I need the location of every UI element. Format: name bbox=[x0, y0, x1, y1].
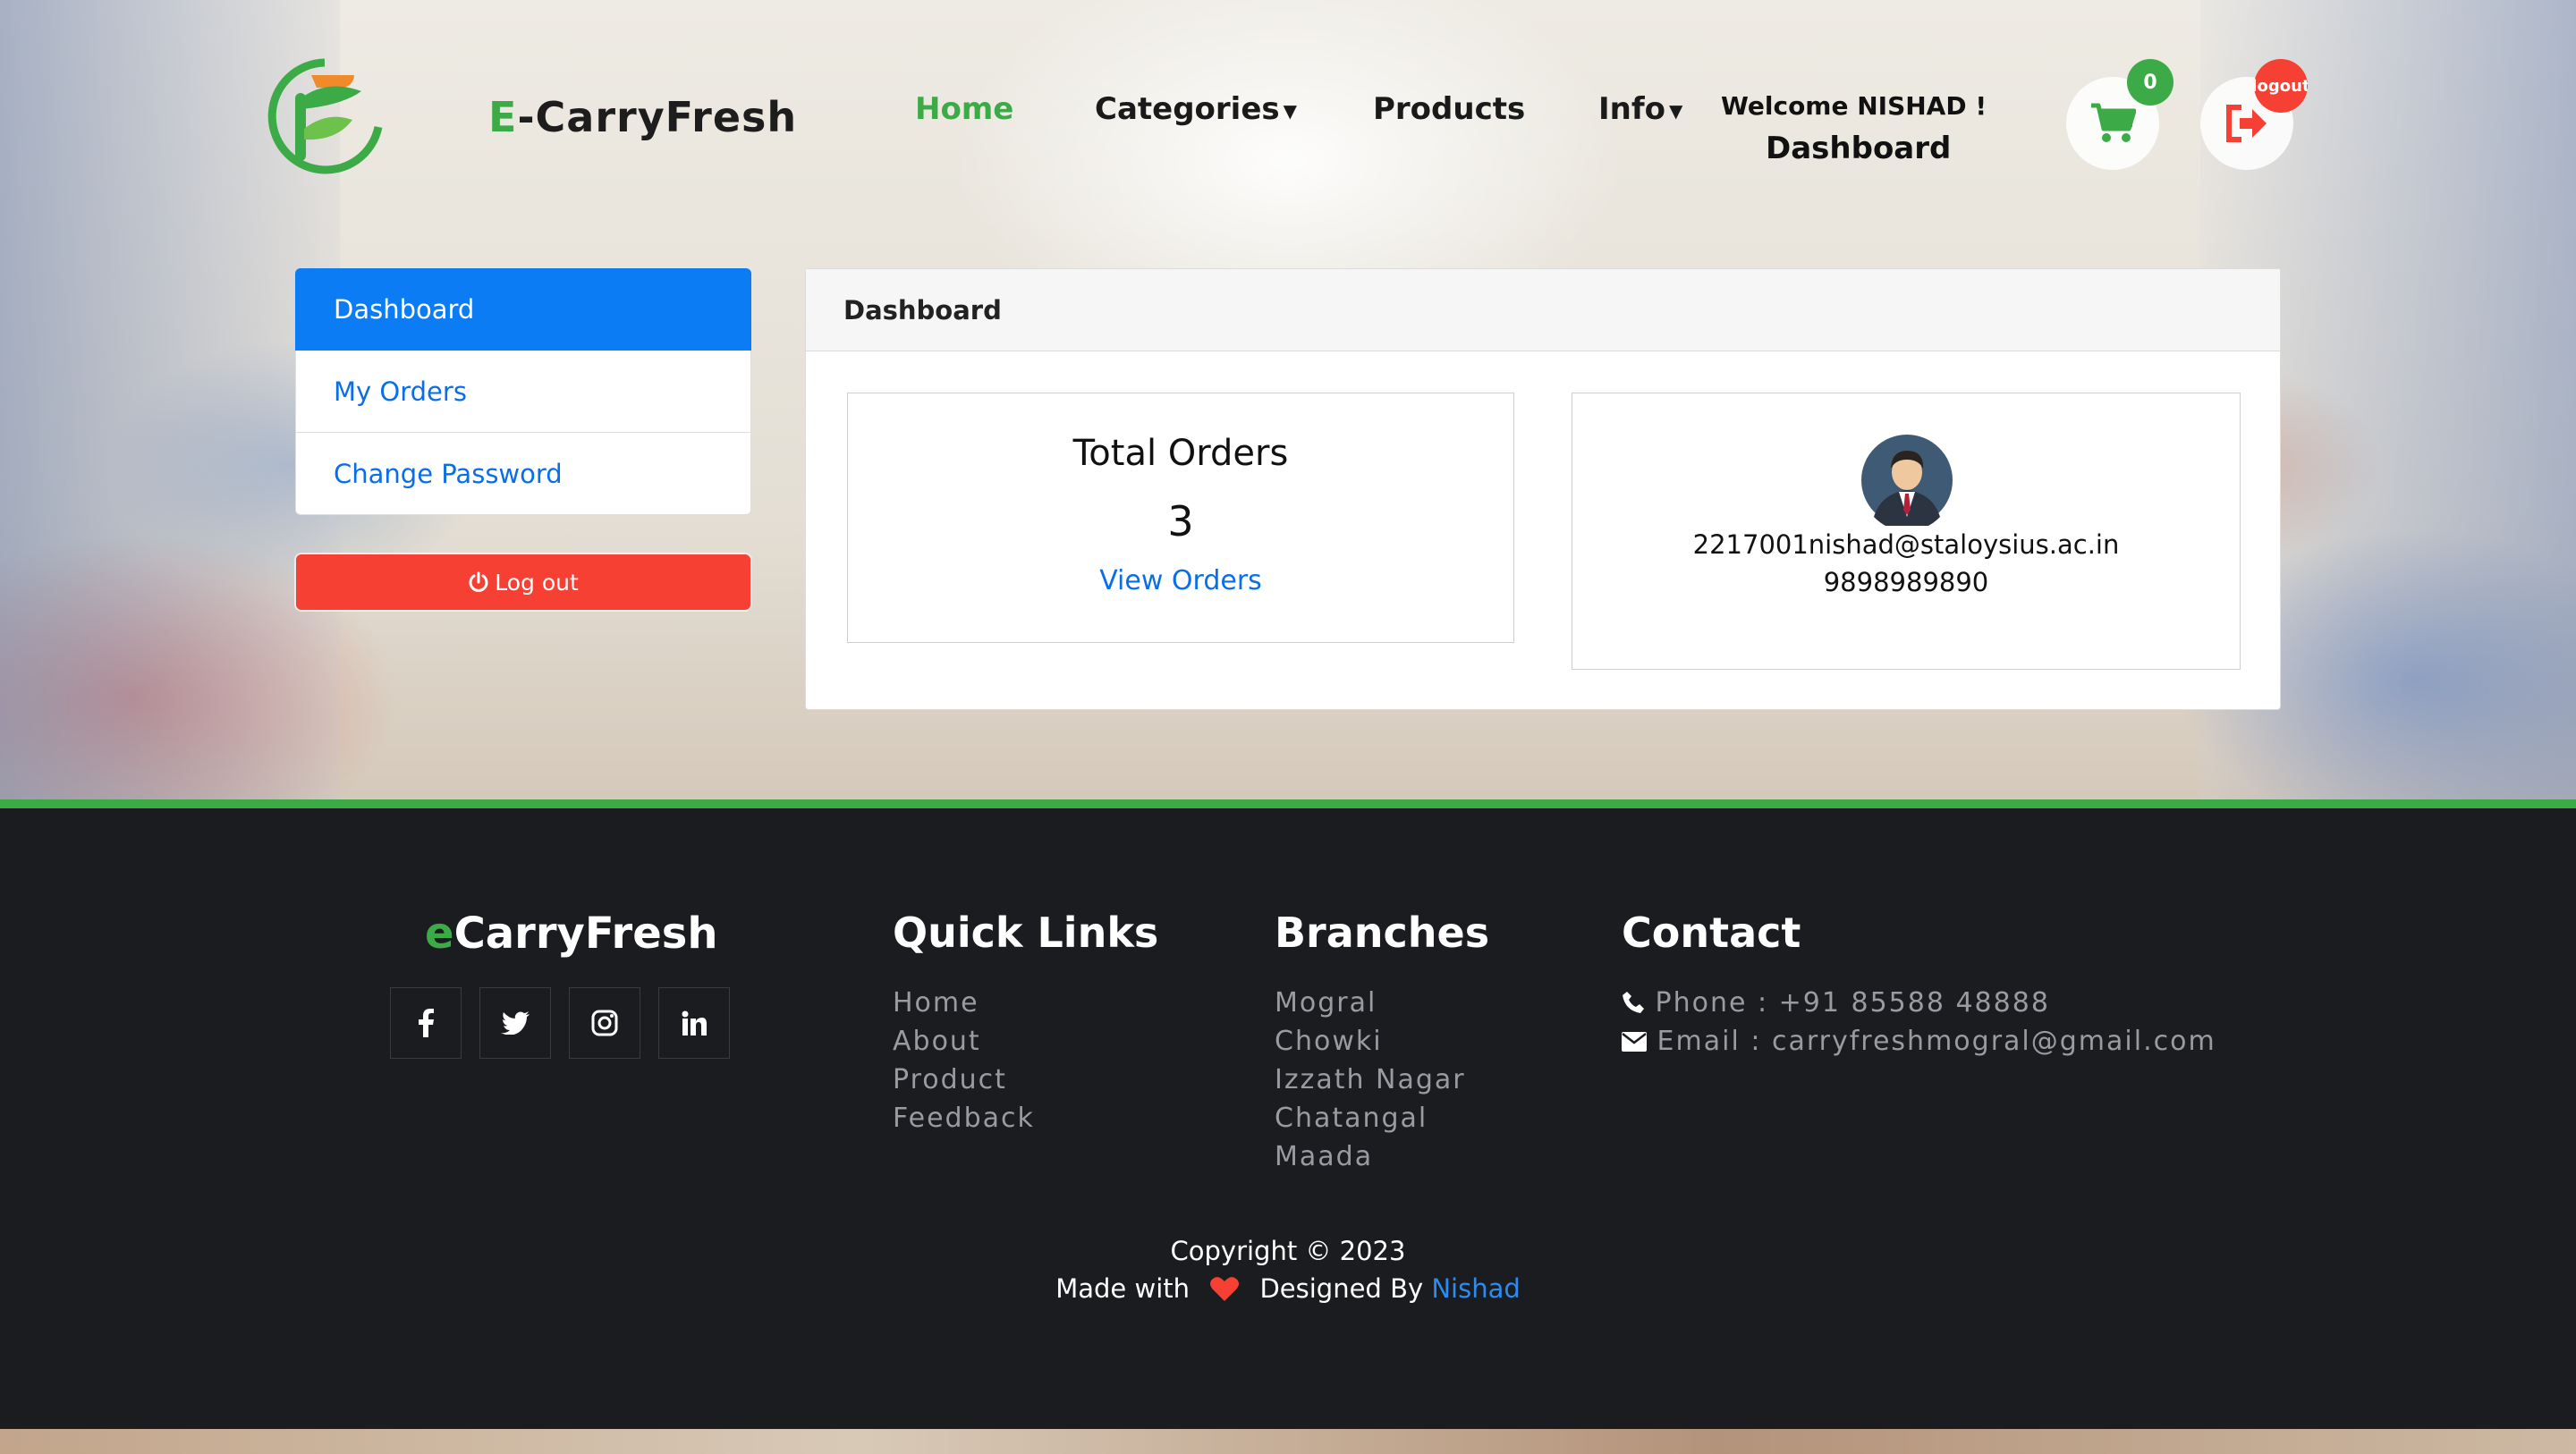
background-strip bbox=[0, 1429, 2576, 1454]
credits-line: Made with Designed By Nishad bbox=[0, 1273, 2576, 1304]
account-sidebar: Dashboard My Orders Change Password bbox=[295, 268, 751, 515]
designed-by-text: Designed By bbox=[1259, 1273, 1424, 1304]
brand-prefix: E bbox=[488, 93, 518, 141]
power-icon bbox=[469, 571, 488, 592]
header-dashboard-link[interactable]: Dashboard bbox=[1766, 131, 1951, 166]
nav-info-label: Info bbox=[1598, 91, 1666, 127]
twitter-button[interactable] bbox=[479, 987, 551, 1059]
facebook-icon bbox=[419, 1009, 434, 1037]
nav-categories-label: Categories bbox=[1095, 91, 1280, 127]
twitter-icon bbox=[501, 1011, 530, 1035]
made-with-text: Made with bbox=[1055, 1273, 1191, 1304]
facebook-button[interactable] bbox=[390, 987, 462, 1059]
copyright-text: Copyright © 2023 bbox=[1170, 1236, 1406, 1266]
quick-links-list: Home About Product Feedback bbox=[893, 984, 1035, 1137]
footer-brand: eCarryFresh bbox=[425, 909, 718, 959]
profile-card: 2217001nishad@staloysius.ac.in 989898989… bbox=[1572, 393, 2241, 670]
quick-link-feedback[interactable]: Feedback bbox=[893, 1099, 1035, 1137]
footer-brand-prefix: e bbox=[425, 909, 454, 959]
contact-phone: Phone : +91 85588 48888 bbox=[1655, 987, 2050, 1019]
view-orders-link[interactable]: View Orders bbox=[848, 565, 1513, 596]
panel-title: Dashboard bbox=[806, 269, 2280, 351]
instagram-button[interactable] bbox=[569, 987, 640, 1059]
quick-link-product[interactable]: Product bbox=[893, 1061, 1035, 1099]
branch-item: Chatangal bbox=[1275, 1103, 1428, 1134]
nav-categories[interactable]: Categories ▼ bbox=[1095, 91, 1297, 127]
sign-out-icon bbox=[2226, 105, 2267, 142]
quick-links-heading: Quick Links bbox=[893, 909, 1159, 957]
site-header: E-CarryFresh Home Categories ▼ Products I… bbox=[0, 0, 2576, 232]
profile-phone: 9898989890 bbox=[1823, 567, 1989, 597]
branch-item: Maada bbox=[1275, 1141, 1374, 1172]
caret-down-icon: ▼ bbox=[1283, 99, 1298, 122]
total-orders-count: 3 bbox=[1167, 497, 1194, 545]
linkedin-icon bbox=[682, 1010, 707, 1036]
logout-button[interactable]: Log out bbox=[296, 554, 750, 610]
branches-list: Mogral Chowki Izzath Nagar Chatangal Maa… bbox=[1275, 984, 1466, 1176]
cart-count-badge: 0 bbox=[2127, 59, 2174, 106]
instagram-icon bbox=[591, 1010, 618, 1036]
logout-badge: logout bbox=[2254, 59, 2308, 113]
branch-item: Mogral bbox=[1275, 987, 1377, 1019]
dashboard-panel: Dashboard Total Orders 3 View Orders 221… bbox=[805, 268, 2281, 710]
logout-label: Log out bbox=[495, 569, 579, 596]
site-footer: eCarryFresh Quick Links Home About Produ… bbox=[0, 799, 2576, 1429]
sidebar-item-dashboard[interactable]: Dashboard bbox=[295, 268, 751, 351]
heart-icon bbox=[1210, 1277, 1240, 1301]
welcome-text: Welcome NISHAD ! bbox=[1721, 91, 1987, 121]
nav-info[interactable]: Info ▼ bbox=[1598, 91, 1682, 127]
logo-icon[interactable] bbox=[265, 55, 385, 181]
phone-icon bbox=[1623, 992, 1644, 1013]
envelope-icon bbox=[1622, 1032, 1647, 1052]
brand-rest: -CarryFresh bbox=[517, 93, 798, 141]
branch-item: Chowki bbox=[1275, 1026, 1383, 1057]
contact-heading: Contact bbox=[1622, 909, 1801, 957]
sidebar-item-my-orders[interactable]: My Orders bbox=[295, 351, 751, 433]
cart-icon bbox=[2091, 103, 2136, 142]
nav-products[interactable]: Products bbox=[1373, 91, 1525, 127]
branch-item: Izzath Nagar bbox=[1275, 1064, 1466, 1095]
caret-down-icon: ▼ bbox=[1669, 99, 1683, 122]
footer-brand-rest: CarryFresh bbox=[453, 909, 718, 959]
profile-email: 2217001nishad@staloysius.ac.in bbox=[1692, 529, 2120, 560]
sidebar-item-change-password[interactable]: Change Password bbox=[295, 433, 751, 515]
contact-email: Email : carryfreshmogral@gmail.com bbox=[1657, 1026, 2216, 1057]
designer-link[interactable]: Nishad bbox=[1431, 1273, 1520, 1304]
brand-name[interactable]: E-CarryFresh bbox=[488, 93, 797, 141]
quick-link-about[interactable]: About bbox=[893, 1022, 1035, 1061]
branches-heading: Branches bbox=[1275, 909, 1490, 957]
contact-email-line: Email : carryfreshmogral@gmail.com bbox=[1622, 1022, 2216, 1061]
nav-home[interactable]: Home bbox=[915, 91, 1013, 127]
contact-phone-line: Phone : +91 85588 48888 bbox=[1622, 984, 2216, 1022]
linkedin-button[interactable] bbox=[658, 987, 730, 1059]
avatar bbox=[1861, 435, 1953, 526]
contact-block: Phone : +91 85588 48888 Email : carryfre… bbox=[1622, 984, 2216, 1061]
total-orders-title: Total Orders bbox=[1072, 433, 1289, 474]
total-orders-card: Total Orders 3 View Orders bbox=[847, 393, 1514, 643]
quick-link-home[interactable]: Home bbox=[893, 984, 1035, 1022]
